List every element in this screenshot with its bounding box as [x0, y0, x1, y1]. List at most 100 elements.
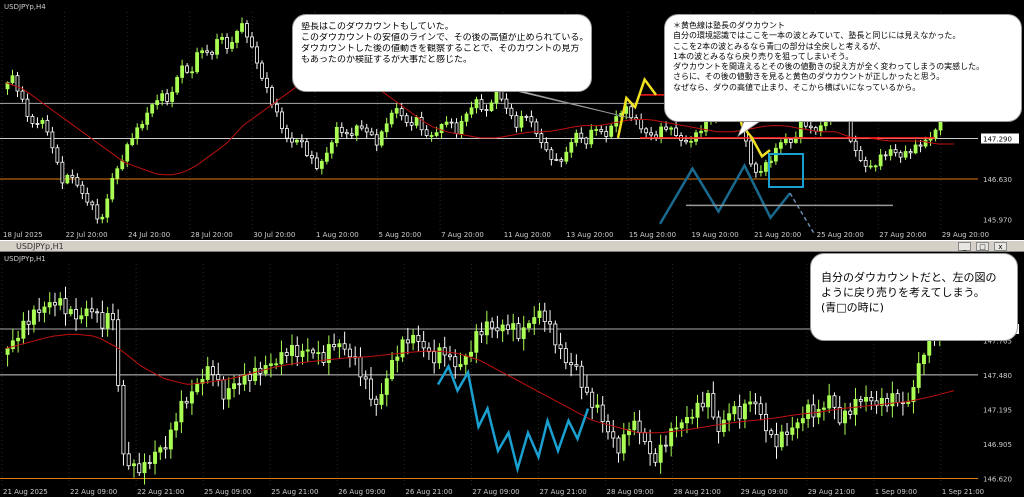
- candle-body: [200, 50, 204, 54]
- candle-body: [524, 116, 529, 118]
- x-tick-label: 30 Jul 20:00: [253, 231, 295, 239]
- candle-body: [147, 462, 152, 464]
- candle-body: [189, 391, 194, 404]
- candle-body: [390, 359, 395, 380]
- candle-body: [190, 71, 195, 74]
- candle-body: [25, 98, 30, 117]
- candle-body: [779, 431, 784, 448]
- candle-body: [600, 404, 605, 423]
- candle-body: [569, 362, 574, 366]
- candle-body: [699, 130, 703, 134]
- x-tick-label: 25 Aug 09:00: [204, 488, 251, 496]
- candle-body: [90, 201, 95, 206]
- candle-body: [215, 39, 219, 55]
- candle-body: [364, 127, 369, 133]
- candle-body: [95, 311, 100, 314]
- candle-body: [790, 427, 795, 435]
- x-tick-label: 28 Aug 09:00: [607, 488, 654, 496]
- candle-body: [614, 116, 619, 127]
- candle-body: [47, 302, 52, 308]
- candle-body: [216, 374, 221, 381]
- candle-body: [918, 144, 923, 147]
- candle-body: [85, 192, 90, 203]
- y-tick-label: 147.290: [983, 136, 1012, 144]
- candle-body: [105, 313, 110, 329]
- candle-body: [142, 462, 147, 474]
- candle-body: [753, 401, 758, 405]
- close-button[interactable]: x: [994, 242, 1007, 251]
- candle-body: [37, 309, 42, 313]
- candle-body: [84, 308, 89, 317]
- candle-body: [334, 126, 339, 144]
- candle-body: [742, 403, 747, 420]
- candle-body: [737, 406, 742, 420]
- candle-body: [230, 41, 234, 49]
- x-tick-label: 13 Aug 20:00: [566, 231, 613, 239]
- candle-body: [40, 119, 45, 124]
- candle-body: [674, 427, 679, 430]
- candle-body: [864, 397, 869, 402]
- candle-body: [532, 317, 537, 324]
- note2-line: 1本の波とみるなら戻り売りを狙ってしまいそう。: [673, 51, 854, 61]
- candle-body: [621, 434, 626, 454]
- x-tick-label: 11 Aug 20:00: [504, 231, 551, 239]
- candle-body: [832, 395, 837, 408]
- candle-body: [490, 321, 495, 329]
- candle-body: [121, 385, 126, 455]
- h1-window-titlebar[interactable]: USDJPYp,H1 _ □ x: [0, 240, 1024, 252]
- candle-body: [542, 310, 547, 322]
- candle-body: [479, 331, 484, 336]
- candle-body: [459, 120, 464, 135]
- candle-body: [785, 431, 790, 435]
- x-tick-label: 28 Jul 20:00: [191, 231, 233, 239]
- candle-body: [110, 177, 115, 200]
- candle-body: [184, 400, 189, 404]
- x-tick-label: 21 Aug 2025: [3, 488, 48, 496]
- candle-body: [60, 161, 65, 184]
- candle-body: [727, 413, 732, 421]
- candle-body: [816, 408, 821, 418]
- candle-body: [553, 323, 558, 346]
- candle-body: [758, 403, 763, 415]
- candle-body: [20, 90, 25, 100]
- candle-body: [279, 352, 284, 365]
- note2-line: 自分の環境認識ではここを一本の波とみていて、塾長と同じには見えなかった。: [673, 31, 961, 41]
- candle-body: [35, 123, 40, 125]
- candle-body: [432, 351, 437, 364]
- candle-body: [100, 216, 105, 220]
- note1-line: ダウカウントした後の値動きを観察することで、そのカウントの見方: [301, 44, 580, 54]
- candle-body: [221, 379, 226, 400]
- restore-button[interactable]: □: [976, 242, 989, 251]
- candle-body: [314, 157, 319, 169]
- candle-body: [225, 37, 229, 49]
- candle-body: [642, 432, 647, 442]
- candle-body: [800, 418, 805, 424]
- candle-body: [837, 406, 842, 424]
- candle-body: [595, 404, 600, 408]
- candle-body: [604, 131, 609, 137]
- candle-body: [903, 151, 908, 158]
- candle-body: [519, 116, 524, 128]
- candle-body: [332, 344, 337, 348]
- candle-body: [579, 132, 584, 139]
- candle-body: [853, 140, 858, 152]
- y-tick-label: 146.630: [983, 176, 1012, 184]
- candle-body: [685, 417, 689, 424]
- x-tick-label: 22 Aug 21:00: [137, 488, 184, 496]
- candle-body: [359, 125, 364, 129]
- y-tick-label: 147.195: [983, 406, 1012, 414]
- candle-body: [590, 391, 595, 408]
- candle-body: [409, 122, 414, 126]
- candle-body: [179, 400, 184, 423]
- candle-body: [145, 112, 150, 125]
- candle-body: [748, 401, 753, 405]
- note3-line: ように戻り売りを考えてしまう。: [821, 286, 985, 299]
- candle-body: [284, 352, 289, 356]
- candle-body: [79, 315, 84, 320]
- minimize-button[interactable]: _: [958, 242, 971, 251]
- candle-body: [611, 431, 616, 439]
- candle-body: [399, 108, 404, 117]
- candle-body: [68, 309, 73, 315]
- candle-body: [806, 404, 811, 420]
- candle-body: [664, 126, 669, 130]
